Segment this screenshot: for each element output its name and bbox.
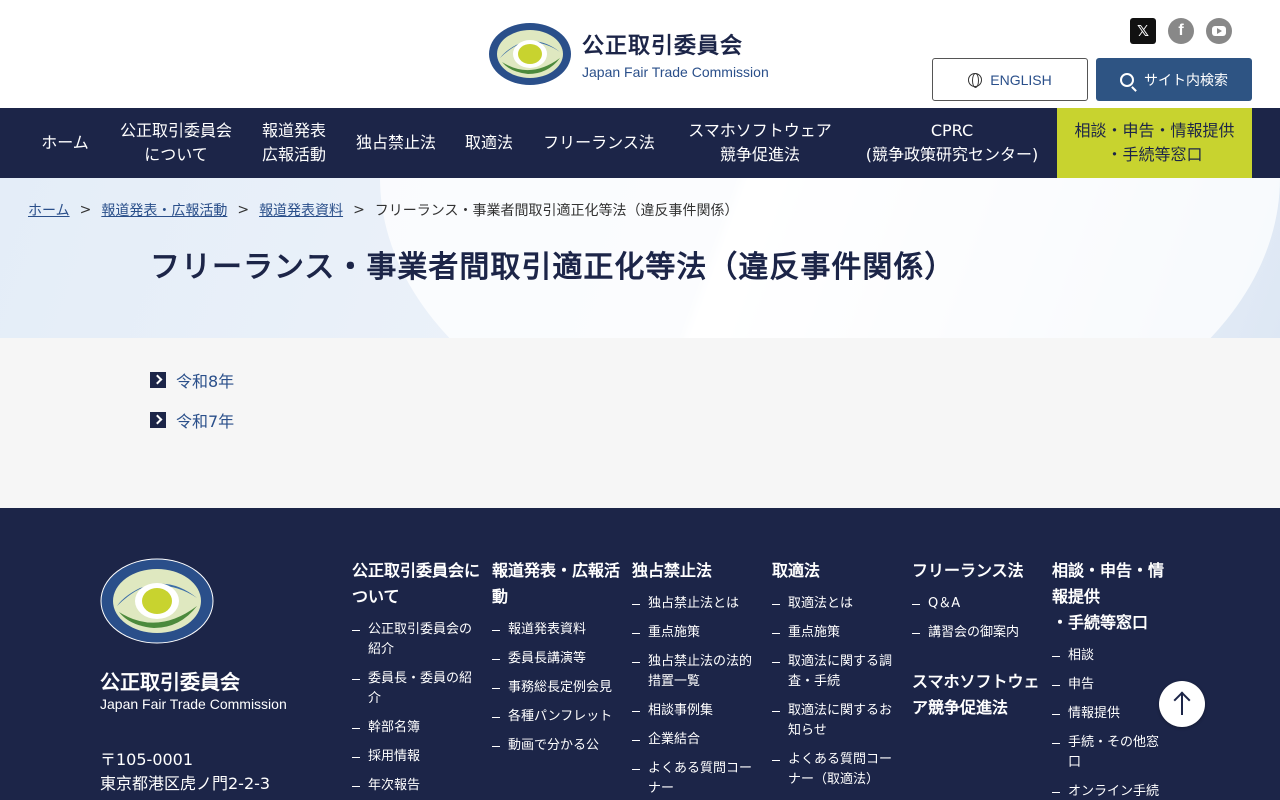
footer-heading[interactable]: 公正取引委員会について: [352, 558, 482, 610]
nav-item-cprc[interactable]: CPRC (競争政策研究センター): [854, 108, 1050, 178]
footer-heading[interactable]: 相談・申告・情報提供 ・手続等窓口: [1052, 558, 1170, 636]
year-link-r7[interactable]: 令和7年: [150, 408, 234, 432]
footer-heading[interactable]: 報道発表・広報活動: [492, 558, 622, 610]
page-hero: ホーム > 報道発表・広報活動 > 報道発表資料 > フリーランス・事業者間取引…: [0, 178, 1280, 338]
footer-link[interactable]: 情報提供: [1052, 704, 1170, 724]
footer-link[interactable]: 幹部名簿: [352, 718, 482, 738]
breadcrumb: ホーム > 報道発表・広報活動 > 報道発表資料 > フリーランス・事業者間取引…: [28, 200, 739, 220]
footer-link[interactable]: 採用情報: [352, 747, 482, 767]
footer-link[interactable]: 委員長・委員の紹介: [352, 669, 482, 709]
nav-item-freelance[interactable]: フリーランス法: [532, 108, 666, 178]
footer-link[interactable]: 動画で分かる公: [492, 736, 622, 756]
site-footer: 公正取引委員会 Japan Fair Trade Commission 〒105…: [0, 508, 1280, 800]
breadcrumb-separator: >: [353, 202, 365, 218]
page-title: フリーランス・事業者間取引適正化等法（違反事件関係）: [150, 250, 956, 285]
footer-link[interactable]: オンライン手続: [1052, 782, 1170, 800]
footer-link[interactable]: 報道発表資料: [492, 620, 622, 640]
nav-item-about[interactable]: 公正取引委員会 について: [110, 108, 242, 178]
footer-link[interactable]: 企業結合: [632, 730, 762, 750]
year-link-label: 令和8年: [176, 372, 235, 391]
footer-col-about: 公正取引委員会について 公正取引委員会の紹介 委員長・委員の紹介 幹部名簿 採用…: [352, 558, 482, 800]
jftc-emblem-icon: [489, 23, 571, 85]
footer-link[interactable]: 取適法に関する調査・手続: [772, 652, 902, 692]
footer-col-press: 報道発表・広報活動 報道発表資料 委員長講演等 事務総長定例会見 各種パンフレッ…: [492, 558, 622, 765]
footer-link[interactable]: 重点施策: [772, 623, 902, 643]
footer-heading[interactable]: 取適法: [772, 558, 902, 584]
logo-title-en: Japan Fair Trade Commission: [582, 64, 769, 80]
footer-link[interactable]: 相談事例集: [632, 701, 762, 721]
nav-item-toriteki[interactable]: 取適法: [454, 108, 524, 178]
footer-link[interactable]: 申告: [1052, 675, 1170, 695]
nav-item-consultation[interactable]: 相談・申告・情報提供 ・手続等窓口: [1057, 108, 1252, 178]
footer-link[interactable]: 重点施策: [632, 623, 762, 643]
site-search-button[interactable]: サイト内検索: [1096, 58, 1252, 101]
site-header: 公正取引委員会 Japan Fair Trade Commission 𝕏 f …: [0, 0, 1280, 108]
english-label: ENGLISH: [990, 71, 1052, 88]
footer-link[interactable]: よくある質問コーナー: [632, 759, 762, 799]
footer-link[interactable]: 取適法とは: [772, 594, 902, 614]
footer-col-antimonopoly: 独占禁止法 独占禁止法とは 重点施策 独占禁止法の法的措置一覧 相談事例集 企業…: [632, 558, 762, 800]
footer-address: 東京都港区虎ノ門2-2-3: [100, 774, 271, 793]
footer-link[interactable]: 講習会の御案内: [912, 623, 1042, 643]
facebook-icon[interactable]: f: [1168, 18, 1194, 44]
main-content: 令和8年 令和7年: [0, 338, 1280, 508]
site-logo[interactable]: 公正取引委員会 Japan Fair Trade Commission: [488, 22, 769, 86]
breadcrumb-press[interactable]: 報道発表・広報活動: [101, 200, 227, 220]
breadcrumb-current: フリーランス・事業者間取引適正化等法（違反事件関係）: [374, 203, 739, 219]
footer-col-consultation: 相談・申告・情報提供 ・手続等窓口 相談 申告 情報提供 手続・その他窓口 オン…: [1052, 558, 1170, 800]
chevron-right-icon: [150, 372, 166, 388]
logo-title-jp: 公正取引委員会: [582, 34, 744, 59]
globe-icon: [968, 72, 983, 88]
footer-link[interactable]: 手続・その他窓口: [1052, 733, 1170, 773]
footer-link[interactable]: Q＆A: [912, 594, 1042, 614]
footer-heading[interactable]: フリーランス法: [912, 558, 1042, 584]
nav-item-press[interactable]: 報道発表 広報活動: [250, 108, 338, 178]
footer-link[interactable]: 年次報告: [352, 776, 482, 796]
breadcrumb-separator: >: [79, 202, 92, 218]
footer-link[interactable]: 各種パンフレット: [492, 707, 622, 727]
year-link-r8[interactable]: 令和8年: [150, 368, 234, 392]
youtube-icon[interactable]: [1206, 18, 1232, 44]
global-nav: ホーム 公正取引委員会 について 報道発表 広報活動 独占禁止法 取適法 フリー…: [0, 108, 1280, 178]
chevron-right-icon: [150, 412, 166, 428]
arrow-up-icon[interactable]: [1159, 681, 1205, 727]
breadcrumb-home[interactable]: ホーム: [28, 200, 70, 220]
search-icon: [1120, 72, 1134, 87]
footer-emblem-icon[interactable]: [100, 558, 214, 644]
breadcrumb-separator: >: [237, 202, 250, 218]
footer-org-name-en: Japan Fair Trade Commission: [100, 696, 287, 712]
year-link-label: 令和7年: [176, 412, 235, 431]
footer-link[interactable]: 事務総長定例会見: [492, 678, 622, 698]
footer-heading[interactable]: スマホソフトウェア競争促進法: [912, 669, 1042, 721]
footer-link[interactable]: 相談: [1052, 646, 1170, 666]
footer-link[interactable]: 委員長講演等: [492, 649, 622, 669]
footer-heading[interactable]: 独占禁止法: [632, 558, 762, 584]
footer-link[interactable]: 独占禁止法とは: [632, 594, 762, 614]
nav-item-smartphone-act[interactable]: スマホソフトウェア 競争促進法: [674, 108, 846, 178]
nav-item-home[interactable]: ホーム: [28, 108, 102, 178]
nav-item-antimonopoly[interactable]: 独占禁止法: [346, 108, 446, 178]
site-search-label: サイト内検索: [1144, 72, 1228, 89]
footer-zip: 〒105-0001: [100, 750, 194, 769]
footer-col-toriteki: 取適法 取適法とは 重点施策 取適法に関する調査・手続 取適法に関するお知らせ …: [772, 558, 902, 799]
footer-col-freelance: フリーランス法 Q＆A 講習会の御案内 スマホソフトウェア競争促進法: [912, 558, 1042, 721]
english-button[interactable]: ENGLISH: [932, 58, 1088, 101]
footer-org-name: 公正取引委員会: [100, 670, 240, 694]
footer-link[interactable]: 公正取引委員会の紹介: [352, 620, 482, 660]
footer-link[interactable]: よくある質問コーナー（取適法）: [772, 750, 902, 790]
breadcrumb-press-releases[interactable]: 報道発表資料: [259, 200, 343, 220]
x-icon[interactable]: 𝕏: [1130, 18, 1156, 44]
footer-link[interactable]: 取適法に関するお知らせ: [772, 701, 902, 741]
footer-link[interactable]: 独占禁止法の法的措置一覧: [632, 652, 762, 692]
